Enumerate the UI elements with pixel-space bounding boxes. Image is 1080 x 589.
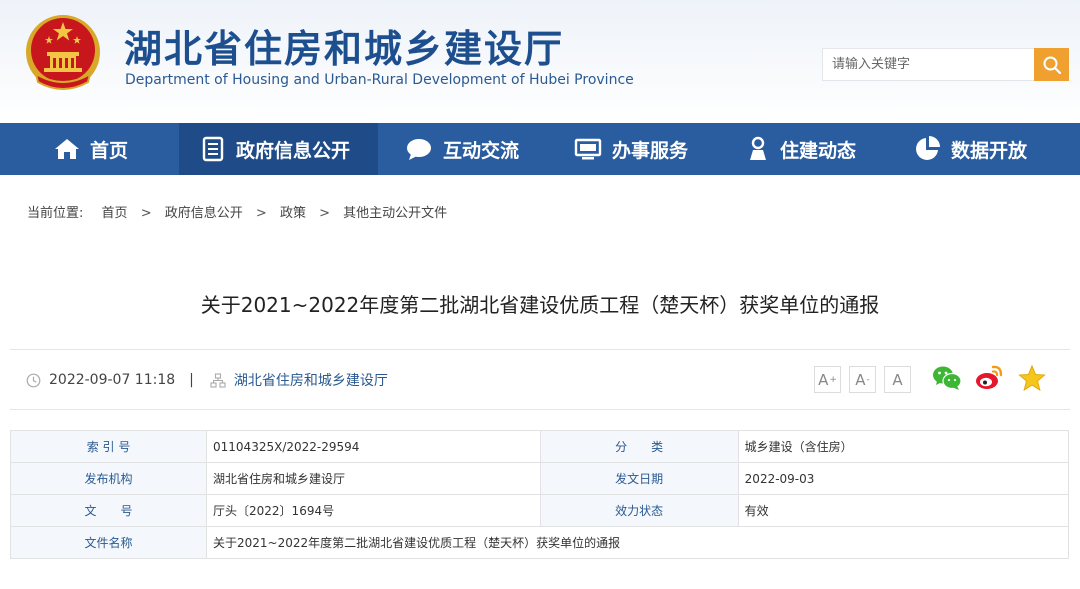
table-row: 文件名称 关于2021~2022年度第二批湖北省建设优质工程（楚天杯）获奖单位的… [9, 526, 1069, 559]
breadcrumb-label: 当前位置: [27, 206, 84, 221]
issue-date-key: 发文日期 [539, 462, 739, 495]
font-size-large-label: A [818, 370, 829, 389]
nav-label: 办事服务 [612, 139, 689, 162]
site-title-cn: 湖北省住房和城乡建设厅 [124, 27, 565, 71]
breadcrumb-link-home[interactable]: 首页 [102, 206, 128, 221]
issue-date-value: 2022-09-03 [737, 462, 1070, 495]
clock-icon [26, 373, 41, 387]
chat-bubble-icon [407, 139, 431, 160]
search-input[interactable] [822, 48, 1034, 81]
wechat-icon[interactable] [932, 364, 962, 392]
breadcrumb-separator: > [319, 206, 330, 221]
category-key: 分 类 [539, 430, 739, 463]
main-nav: 首页 政府信息公开 互动交流 办事服务 住建动态 数据开放 [0, 123, 1080, 175]
breadcrumb-separator: > [140, 206, 152, 221]
nav-item-services[interactable]: 办事服务 [574, 123, 688, 175]
breadcrumb: 当前位置: 首页 > 政府信息公开 > 政策 > 其他主动公开文件 [27, 202, 447, 221]
publisher-key: 发布机构 [9, 462, 208, 495]
nav-item-interaction[interactable]: 互动交流 [405, 123, 519, 175]
nav-label: 数据开放 [951, 139, 1028, 162]
nav-label: 首页 [90, 139, 129, 162]
home-icon [55, 139, 79, 159]
document-list-icon [202, 136, 224, 162]
minus-icon: - [866, 374, 870, 385]
font-size-default-label: A [892, 370, 903, 389]
breadcrumb-link-policy[interactable]: 政策 [280, 206, 306, 221]
nav-label: 政府信息公开 [236, 139, 351, 162]
document-info-table: 索 引 号 01104325X/2022-29594 分 类 城乡建设（含住房）… [9, 430, 1070, 559]
publisher-value: 湖北省住房和城乡建设厅 [206, 462, 541, 495]
article-meta-bar: 2022-09-07 11:18 | 湖北省住房和城乡建设厅 A + A- A [10, 349, 1070, 410]
validity-key: 效力状态 [539, 494, 739, 527]
pie-chart-icon [916, 136, 940, 160]
document-name-key: 文件名称 [9, 526, 208, 559]
site-title-en: Department of Housing and Urban-Rural De… [125, 72, 634, 88]
nav-label: 住建动态 [780, 139, 857, 162]
nav-item-news[interactable]: 住建动态 [746, 123, 856, 175]
index-number-key: 索 引 号 [9, 430, 208, 463]
organization-icon [210, 372, 226, 388]
document-name-value: 关于2021~2022年度第二批湖北省建设优质工程（楚天杯）获奖单位的通报 [206, 526, 1069, 559]
favorite-star-icon[interactable] [1018, 364, 1046, 392]
document-number-value: 厅头〔2022〕1694号 [206, 494, 541, 527]
site-header: 湖北省住房和城乡建设厅 Department of Housing and Ur… [0, 0, 1080, 123]
font-size-large-button[interactable]: A + [814, 366, 841, 393]
nav-label: 互动交流 [443, 139, 520, 162]
font-size-small-button[interactable]: A- [849, 366, 876, 393]
breadcrumb-link-other-files[interactable]: 其他主动公开文件 [343, 206, 447, 221]
font-size-default-button[interactable]: A [884, 366, 911, 393]
index-number-value: 01104325X/2022-29594 [206, 430, 541, 463]
meta-divider: | [189, 372, 194, 388]
nav-item-open-data[interactable]: 数据开放 [913, 123, 1027, 175]
table-row: 文 号 厅头〔2022〕1694号 效力状态 有效 [9, 494, 1070, 527]
national-emblem-icon [26, 15, 100, 90]
nav-item-gov-info[interactable]: 政府信息公开 [179, 123, 378, 175]
weibo-icon[interactable] [974, 364, 1004, 392]
document-number-key: 文 号 [9, 494, 208, 527]
table-row: 索 引 号 01104325X/2022-29594 分 类 城乡建设（含住房） [9, 430, 1070, 463]
person-icon [750, 136, 766, 160]
publish-source: 湖北省住房和城乡建设厅 [233, 373, 388, 389]
search-icon [1043, 56, 1061, 74]
validity-value: 有效 [737, 494, 1070, 527]
font-size-small-label: A [855, 370, 866, 389]
breadcrumb-link-gov-info[interactable]: 政府信息公开 [165, 206, 243, 221]
category-value: 城乡建设（含住房） [737, 430, 1070, 463]
nav-item-home[interactable]: 首页 [54, 123, 128, 175]
breadcrumb-separator: > [255, 206, 267, 221]
search-button[interactable] [1034, 48, 1069, 81]
article-meta-info: 2022-09-07 11:18 | 湖北省住房和城乡建设厅 [26, 370, 388, 390]
publish-date: 2022-09-07 11:18 [49, 372, 176, 388]
article-title: 关于2021~2022年度第二批湖北省建设优质工程（楚天杯）获奖单位的通报 [200, 293, 880, 317]
table-row: 发布机构 湖北省住房和城乡建设厅 发文日期 2022-09-03 [9, 462, 1070, 495]
monitor-icon [574, 138, 602, 160]
plus-icon: + [829, 374, 837, 385]
